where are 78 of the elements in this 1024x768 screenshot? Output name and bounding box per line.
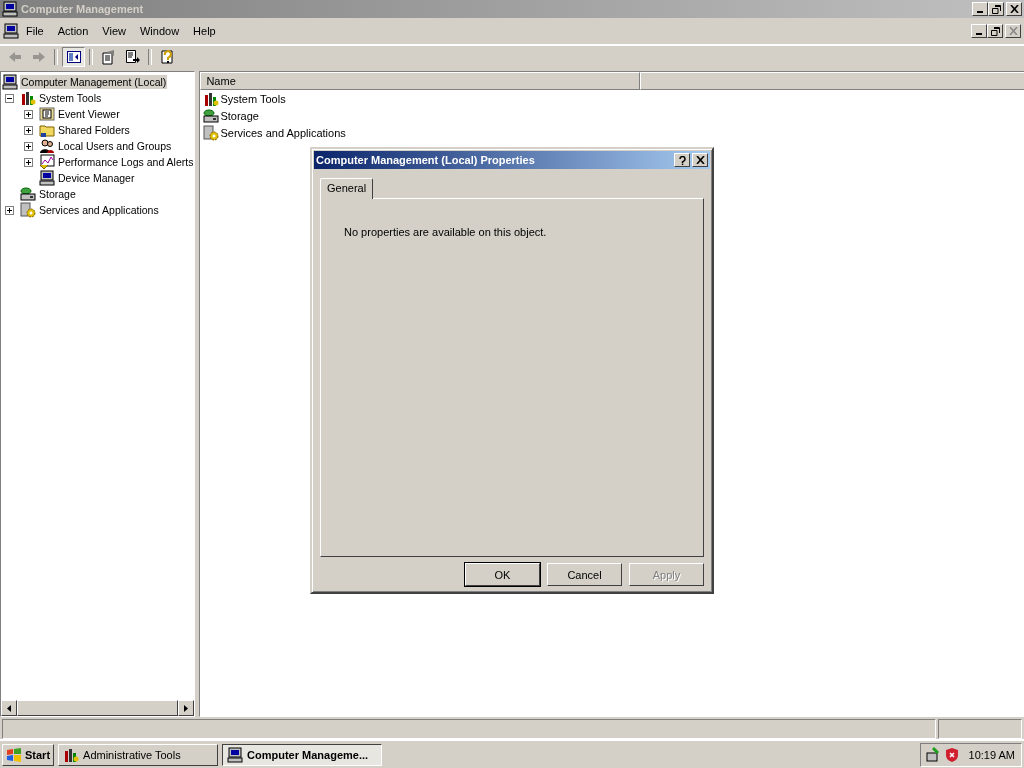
expand-icon[interactable] [24, 125, 33, 135]
column-header[interactable]: Name [200, 72, 641, 90]
list-item[interactable]: System Tools [220, 92, 286, 105]
gear-icon [203, 124, 220, 141]
right-arrow-icon [184, 704, 189, 712]
event-log-icon [39, 106, 55, 122]
restore-button[interactable] [988, 2, 1004, 16]
close-icon [1008, 27, 1018, 35]
column-header[interactable] [640, 72, 1024, 90]
tree-pane-icon [65, 49, 82, 65]
tree-item[interactable]: Event Viewer [57, 107, 121, 121]
minimize-button[interactable] [971, 24, 987, 38]
menu-item[interactable]: Window [132, 25, 187, 37]
clock: 10:19 AM [968, 748, 1015, 761]
close-button[interactable] [1005, 24, 1021, 38]
question-mark-icon [678, 155, 686, 165]
toolbar-button[interactable] [62, 47, 85, 67]
forward-arrow-icon [30, 49, 47, 65]
dialog-button[interactable]: OK [465, 563, 540, 586]
tree-item[interactable]: Shared Folders [57, 123, 131, 137]
expand-icon[interactable] [24, 157, 33, 167]
dialog-title: Computer Management (Local) Properties [316, 154, 536, 166]
tools-icon [203, 90, 220, 107]
disk-drive-icon [20, 186, 36, 202]
tree-item[interactable]: Services and Applications [38, 203, 160, 217]
collapse-icon[interactable] [5, 93, 14, 103]
tree-item[interactable]: Performance Logs and Alerts [57, 155, 195, 169]
computer-icon [3, 23, 19, 39]
menu-item[interactable]: File [19, 25, 51, 37]
close-button[interactable] [692, 153, 708, 167]
gear-icon [20, 202, 36, 218]
taskbar-button[interactable]: Administrative Tools [58, 743, 219, 766]
dialog-button[interactable]: Cancel [547, 563, 622, 586]
restore-button[interactable] [987, 24, 1003, 38]
restore-icon [990, 26, 1000, 36]
users-icon [39, 138, 55, 154]
tools-icon [63, 746, 80, 763]
windows-logo-icon [6, 747, 22, 762]
start-button[interactable]: Start [2, 743, 55, 766]
message-text: No properties are available on this object. [344, 226, 548, 238]
folder-icon [39, 122, 55, 138]
expand-icon[interactable] [24, 109, 33, 119]
close-icon [1009, 5, 1019, 13]
left-arrow-icon [7, 704, 11, 712]
tab[interactable]: General [320, 178, 374, 199]
list-item[interactable]: Services and Applications [220, 126, 346, 139]
minimize-button[interactable] [972, 2, 988, 16]
tools-icon [20, 90, 36, 106]
chart-icon [39, 154, 55, 170]
scroll-left-button[interactable] [1, 700, 17, 716]
close-icon [695, 156, 705, 164]
properties-icon [100, 49, 117, 65]
help-button[interactable] [674, 153, 690, 167]
computer-icon [2, 74, 18, 90]
window-title: Computer Management [21, 3, 144, 15]
tree-item[interactable]: Device Manager [57, 171, 136, 185]
restore-icon [991, 4, 1001, 14]
menu-item[interactable]: Action [50, 25, 96, 37]
scroll-right-button[interactable] [178, 700, 195, 716]
computer-icon [2, 1, 18, 17]
tree-item[interactable]: System Tools [38, 91, 103, 105]
tree-item[interactable]: Local Users and Groups [57, 139, 173, 153]
disk-drive-icon [203, 107, 220, 124]
export-list-icon [124, 49, 141, 65]
help-icon [159, 49, 176, 65]
shield-icon[interactable] [943, 746, 960, 763]
computer-icon [39, 170, 55, 186]
expand-icon[interactable] [24, 141, 33, 151]
tree-item[interactable]: Computer Management (Local) [20, 75, 168, 89]
menu-item[interactable]: View [95, 25, 133, 37]
list-item[interactable]: Storage [220, 109, 259, 122]
expand-icon[interactable] [5, 205, 14, 215]
computer-icon [227, 746, 244, 763]
close-button[interactable] [1006, 2, 1022, 16]
menu-item[interactable]: Help [186, 25, 223, 37]
taskbar-button[interactable]: Computer Manageme... [222, 743, 383, 766]
network-icon[interactable] [924, 746, 941, 763]
tree-item[interactable]: Storage [38, 187, 77, 201]
